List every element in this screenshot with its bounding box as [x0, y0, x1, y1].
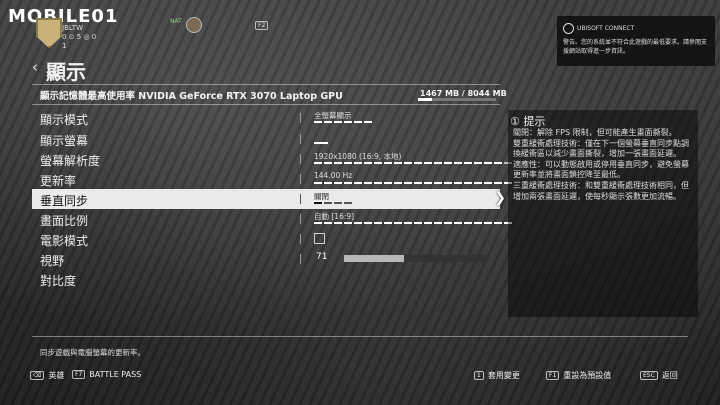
tips-title-text: 提示: [523, 115, 546, 128]
separator: [300, 234, 301, 244]
option-indicator: [314, 182, 512, 184]
f7-key-icon: F7: [72, 370, 86, 379]
back-chevron-icon[interactable]: ‹: [32, 58, 38, 76]
option-indicator: [314, 222, 512, 224]
page-title: 顯示: [46, 60, 86, 84]
ubisoft-connect-notification: UBISOFT CONNECT 警告。您的系統並不符合此遊戲的最低要求。請參閱支…: [557, 16, 715, 66]
heroes-button[interactable]: ⌫ 英雄: [30, 370, 64, 381]
separator: [300, 254, 301, 264]
setting-label: 更新率: [40, 174, 77, 188]
tip-line: 關閉：解除 FPS 限制，但可能產生畫面撕裂。: [513, 128, 677, 137]
setting-fov[interactable]: 視野 71: [32, 249, 500, 269]
setting-value: 關閉: [314, 192, 329, 201]
setting-value: 全螢幕顯示: [314, 111, 352, 120]
setting-label: 電影模式: [40, 234, 89, 248]
ubisoft-title-text: UBISOFT CONNECT: [577, 25, 635, 32]
ubisoft-title: UBISOFT CONNECT: [563, 23, 634, 34]
esc-key-icon: ESC: [640, 371, 658, 380]
setting-resolution[interactable]: 螢幕解析度 1920x1080 (16:9, 本地): [32, 149, 512, 169]
option-indicator: [314, 202, 352, 204]
vram-usage-value: 1467 MB / 8044 MB: [420, 89, 507, 98]
setting-label: 垂直同步: [40, 194, 89, 208]
vram-usage-bar: [418, 98, 496, 101]
header-divider: [32, 84, 500, 85]
setting-label: 螢幕解析度: [40, 154, 101, 168]
nat-label: NAT: [170, 18, 182, 25]
apply-changes-button[interactable]: 1 套用變更: [474, 370, 520, 381]
player-stats: 0 ⊙ 5 ◎ 0: [62, 33, 97, 41]
setting-value: 144.00 Hz: [314, 171, 353, 180]
setting-label: 畫面比例: [40, 214, 89, 228]
player-level: 1: [62, 42, 67, 50]
tips-title: ① 提示: [510, 113, 545, 129]
ubisoft-logo-icon: [563, 23, 574, 34]
tips-body: 關閉：解除 FPS 限制，但可能產生畫面撕裂。 雙重緩衝處理技術：僅在下一個螢幕…: [513, 128, 695, 202]
option-indicator: [314, 142, 328, 144]
battle-pass-label: BATTLE PASS: [89, 370, 142, 379]
player-info: JBLTW 0 ⊙ 5 ◎ 0 1: [62, 24, 96, 51]
setting-refresh-rate[interactable]: 更新率 144.00 Hz: [32, 169, 512, 189]
info-icon: ①: [510, 115, 520, 128]
bottom-divider: [32, 336, 688, 337]
option-indicator: [314, 121, 372, 123]
setting-display-mode[interactable]: 顯示模式 全螢幕顯示: [32, 108, 500, 128]
setting-description: 同步遊戲與電腦螢幕的更新率。: [40, 348, 145, 357]
setting-contrast[interactable]: 對比度: [32, 269, 500, 289]
setting-label: 視野: [40, 254, 65, 268]
setting-value: 1920x1080 (16:9, 本地): [314, 152, 402, 161]
back-button[interactable]: ESC 返回: [640, 370, 678, 381]
ubisoft-warning-message: 警告。您的系統並不符合此遊戲的最低要求。請參閱支援網站取得進一步資訊。: [563, 39, 708, 55]
apply-changes-label: 套用變更: [487, 371, 520, 380]
setting-label: 顯示模式: [40, 113, 89, 127]
separator: [300, 214, 301, 224]
back-label: 返回: [661, 371, 678, 380]
setting-value: 自動 [16:9]: [314, 212, 355, 221]
key-1-icon: 1: [474, 371, 484, 380]
fov-slider[interactable]: [344, 255, 486, 262]
reset-defaults-label: 重設為預設值: [563, 371, 612, 380]
separator: [300, 113, 301, 123]
separator: [300, 174, 301, 184]
setting-label: 對比度: [40, 274, 77, 288]
setting-aspect-ratio[interactable]: 畫面比例 自動 [16:9]: [32, 209, 512, 229]
vram-usage-label: 顯示記憶體最高使用率 NVIDIA GeForce RTX 3070 Lapto…: [40, 91, 343, 102]
player-name: JBLTW: [62, 24, 83, 32]
cinematic-mode-checkbox[interactable]: [314, 233, 325, 244]
backspace-key-icon: ⌫: [30, 371, 45, 380]
battle-pass-button[interactable]: F7 BATTLE PASS: [72, 370, 141, 379]
separator: [300, 134, 301, 144]
setting-cinematic-mode[interactable]: 電影模式: [32, 229, 500, 249]
heroes-label: 英雄: [48, 371, 65, 380]
setting-label: 顯示螢幕: [40, 134, 89, 148]
separator: [300, 194, 301, 204]
setting-vsync[interactable]: 垂直同步 關閉 ❯: [32, 189, 506, 209]
tip-line: 三重緩衝處理技術：和雙重緩衝處理技術相同，但增加兩張畫面延遲，使每秒顯示張數更加…: [513, 180, 689, 201]
reset-defaults-button[interactable]: F1 重設為預設值: [546, 370, 611, 381]
tip-line: 雙重緩衝處理技術：僅在下一個螢幕垂直同步點調換緩衝區以減少畫面撕裂，增加一張畫面…: [513, 138, 689, 159]
next-option-arrow-icon[interactable]: ❯: [494, 190, 506, 206]
fov-slider-fill: [344, 255, 404, 262]
f2-key[interactable]: F2: [255, 21, 269, 30]
option-indicator: [314, 162, 512, 164]
rank-badge-icon: [186, 17, 202, 33]
vram-usage-fill: [418, 98, 433, 101]
f1-key-icon: F1: [546, 371, 560, 380]
fov-value: 71: [316, 252, 328, 262]
vram-divider: [32, 104, 500, 105]
tip-line: 適應性：可以動態啟用或停用垂直同步，避免螢幕更新率並將畫面鎖控降至最低。: [513, 159, 689, 180]
separator: [300, 154, 301, 164]
setting-display-monitor[interactable]: 顯示螢幕: [32, 129, 500, 149]
